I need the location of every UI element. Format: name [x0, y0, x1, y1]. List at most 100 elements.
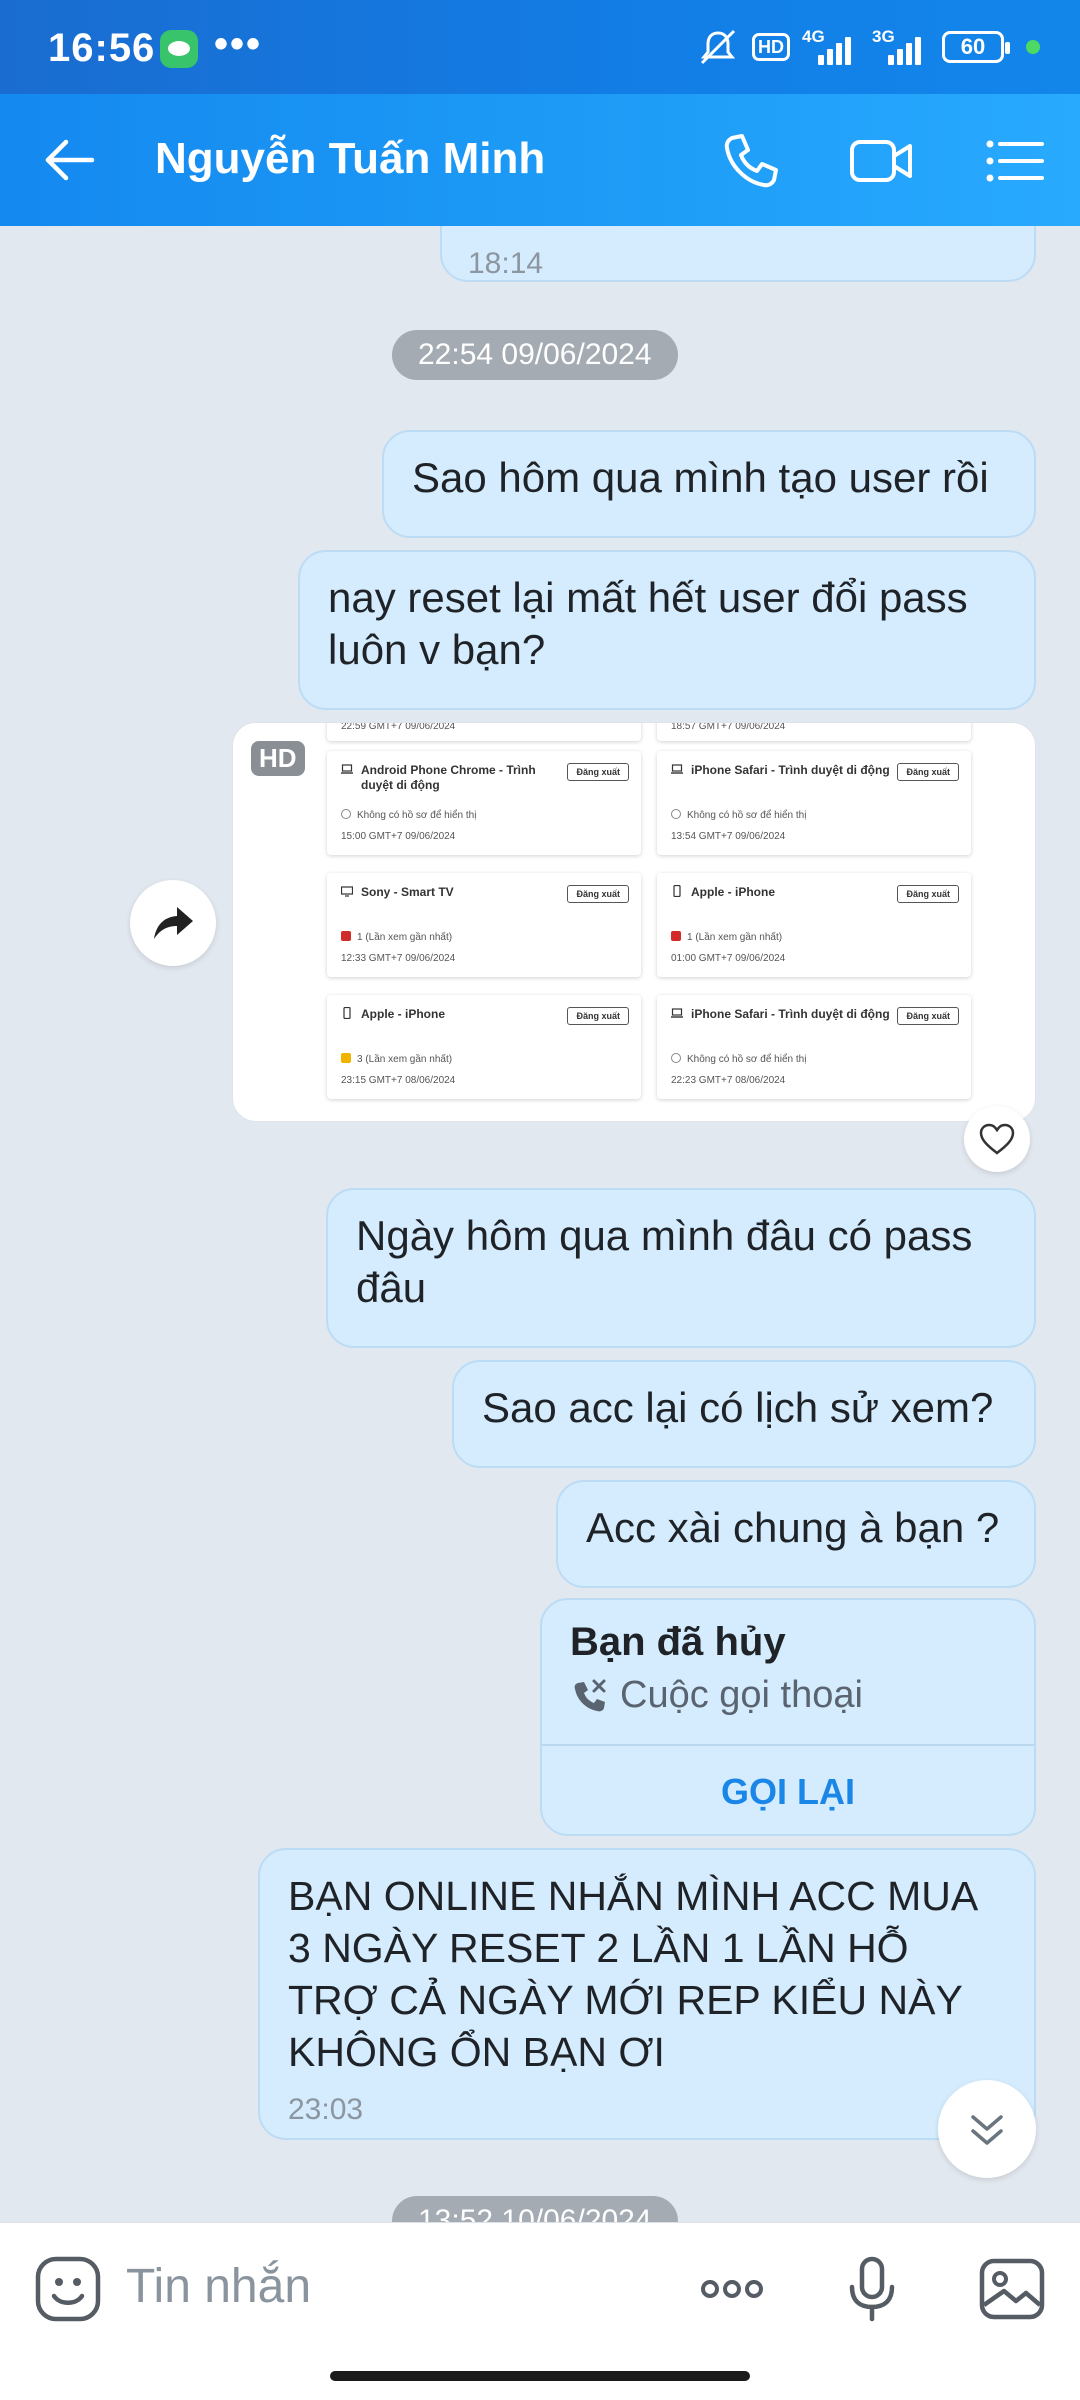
menu-list-icon[interactable]	[982, 128, 1048, 194]
message-bubble[interactable]: Acc xài chung à bạn ?	[556, 1480, 1036, 1588]
hd-badge: HD	[251, 741, 305, 776]
reaction-button[interactable]	[964, 1106, 1030, 1172]
device-profile-text: 1 (Lần xem gần nhất)	[357, 932, 453, 943]
sticker-emoji-icon[interactable]	[32, 2253, 104, 2325]
signal-4g-icon: 4G	[802, 27, 860, 67]
home-indicator	[330, 2371, 750, 2381]
device-profile-line: Không có hồ sơ để hiển thị	[671, 1053, 806, 1065]
tv-icon	[340, 885, 354, 897]
device-card-partial: 18:57 GMT+7 09/06/2024	[657, 722, 971, 741]
device-profile-text: 1 (Lần xem gần nhất)	[687, 932, 783, 943]
laptop-icon	[671, 1007, 683, 1019]
previous-message-bubble[interactable]: 18:14	[440, 226, 1036, 282]
device-profile-text: 3 (Lần xem gần nhất)	[357, 1054, 453, 1065]
device-name: Apple - iPhone	[691, 885, 775, 899]
share-arrow-icon	[154, 907, 193, 939]
missed-call-icon	[574, 1679, 606, 1711]
heart-icon	[979, 1123, 1015, 1155]
back-arrow-icon[interactable]	[40, 130, 100, 190]
message-text: nay reset lại mất hết user đổi pass luôn…	[328, 574, 968, 673]
phone-icon	[671, 884, 683, 898]
phone-icon	[341, 1006, 353, 1020]
forward-button[interactable]	[130, 880, 216, 966]
message-bubble[interactable]: Sao acc lại có lịch sử xem?	[452, 1360, 1036, 1468]
battery-icon: 60	[942, 31, 1010, 63]
device-profile-line: Không có hồ sơ để hiển thị	[671, 809, 806, 821]
device-time: 18:57 GMT+7 09/06/2024	[671, 722, 786, 732]
profile-avatar-icon	[341, 1053, 351, 1063]
device-profile-line: 3 (Lần xem gần nhất)	[341, 1053, 452, 1065]
device-time: 22:59 GMT+7 09/06/2024	[341, 722, 456, 732]
device-card: Android Phone Chrome - Trình duyệt di độ…	[327, 751, 641, 855]
message-text: BẠN ONLINE NHẮN MÌNH ACC MUA 3 NGÀY RESE…	[288, 1873, 976, 2075]
mute-vibrate-icon	[700, 29, 736, 65]
device-profile-text: Không có hồ sơ để hiển thị	[357, 810, 477, 821]
device-card: Apple - iPhone Đăng xuất 3 (Lần xem gần nh…	[327, 995, 641, 1099]
person-icon	[671, 1053, 681, 1063]
laptop-icon	[671, 763, 683, 775]
device-name: Apple - iPhone	[361, 1007, 445, 1021]
profile-avatar-icon	[341, 931, 351, 941]
device-time: 01:00 GMT+7 09/06/2024	[671, 953, 786, 964]
chat-area[interactable]: 18:14 22:54 09/06/2024 Sao hôm qua mình …	[0, 226, 1080, 2222]
chat-header: Nguyễn Tuấn Minh	[0, 94, 1080, 226]
contact-name[interactable]: Nguyễn Tuấn Minh	[155, 134, 545, 184]
message-bubble[interactable]: nay reset lại mất hết user đổi pass luôn…	[298, 550, 1036, 710]
date-separator: 22:54 09/06/2024	[392, 330, 678, 380]
status-bar: 16:56 ••• HD 4G 3G 60	[0, 0, 1080, 94]
device-card: iPhone Safari - Trình duyệt di động Đăng …	[657, 995, 971, 1099]
device-profile-text: Không có hồ sơ để hiển thị	[687, 1054, 807, 1065]
message-text: Sao acc lại có lịch sử xem?	[482, 1384, 994, 1431]
scroll-to-bottom-button[interactable]	[938, 2080, 1036, 2178]
status-icons: HD 4G 3G 60	[696, 24, 1040, 70]
call-back-button[interactable]: GỌI LẠI	[542, 1746, 1034, 1834]
call-status-title: Bạn đã hủy	[570, 1620, 786, 1664]
person-icon	[671, 809, 681, 819]
message-input[interactable]: Tin nhắn	[126, 2259, 311, 2314]
microphone-icon[interactable]	[836, 2253, 908, 2325]
message-text: Sao hôm qua mình tạo user rồi	[412, 454, 989, 501]
message-bubble[interactable]: Ngày hôm qua mình đâu có pass đâu	[326, 1188, 1036, 1348]
phone-call-icon[interactable]	[718, 128, 784, 194]
signal-3g-icon: 3G	[872, 27, 930, 67]
call-type-label: Cuộc gọi thoại	[620, 1674, 863, 1716]
person-icon	[341, 809, 351, 819]
previous-message-time: 18:14	[468, 247, 544, 280]
more-options-icon[interactable]	[696, 2253, 768, 2325]
privacy-dot-icon	[1026, 40, 1040, 54]
logout-button: Đăng xuất	[567, 763, 629, 781]
device-profile-text: Không có hồ sơ để hiển thị	[687, 810, 807, 821]
device-profile-line: 1 (Lần xem gần nhất)	[671, 931, 782, 943]
device-name: Android Phone Chrome - Trình duyệt di độ…	[361, 763, 536, 792]
date-separator: 13:52 10/06/2024	[392, 2196, 678, 2222]
message-bubble[interactable]: BẠN ONLINE NHẮN MÌNH ACC MUA 3 NGÀY RESE…	[258, 1848, 1036, 2140]
message-input-bar: Tin nhắn	[0, 2222, 1080, 2400]
laptop-icon	[341, 763, 353, 775]
image-message[interactable]: HD 22:59 GMT+7 09/06/2024 18:57 GMT+7 09…	[232, 722, 1036, 1122]
logout-button: Đăng xuất	[567, 885, 629, 903]
hd-voice-icon: HD	[752, 33, 790, 61]
device-time: 15:00 GMT+7 09/06/2024	[341, 831, 456, 842]
video-call-icon[interactable]	[848, 128, 914, 194]
device-card: Sony - Smart TV Đăng xuất 1 (Lần xem gần n…	[327, 873, 641, 977]
message-time: 23:03	[288, 2093, 364, 2126]
device-card-partial: 22:59 GMT+7 09/06/2024	[327, 722, 641, 741]
device-name: Sony - Smart TV	[361, 885, 454, 899]
message-text: Acc xài chung à bạn ?	[586, 1504, 1000, 1551]
call-type: Cuộc gọi thoại	[570, 1674, 863, 1717]
device-time: 12:33 GMT+7 09/06/2024	[341, 953, 456, 964]
logout-button: Đăng xuất	[897, 1007, 959, 1025]
more-notifications-icon: •••	[214, 22, 263, 66]
device-card: iPhone Safari - Trình duyệt di động Đăng …	[657, 751, 971, 855]
device-card: Apple - iPhone Đăng xuất 1 (Lần xem gần nh…	[657, 873, 971, 977]
device-profile-line: 1 (Lần xem gần nhất)	[341, 931, 452, 943]
image-gallery-icon[interactable]	[976, 2253, 1048, 2325]
device-time: 13:54 GMT+7 09/06/2024	[671, 831, 786, 842]
logout-button: Đăng xuất	[897, 885, 959, 903]
double-chevron-down-icon	[971, 2115, 1003, 2145]
message-bubble[interactable]: Sao hôm qua mình tạo user rồi	[382, 430, 1036, 538]
profile-avatar-icon	[671, 931, 681, 941]
device-name: iPhone Safari - Trình duyệt di động	[691, 1007, 890, 1021]
logout-button: Đăng xuất	[897, 763, 959, 781]
device-time: 22:23 GMT+7 08/06/2024	[671, 1075, 786, 1086]
